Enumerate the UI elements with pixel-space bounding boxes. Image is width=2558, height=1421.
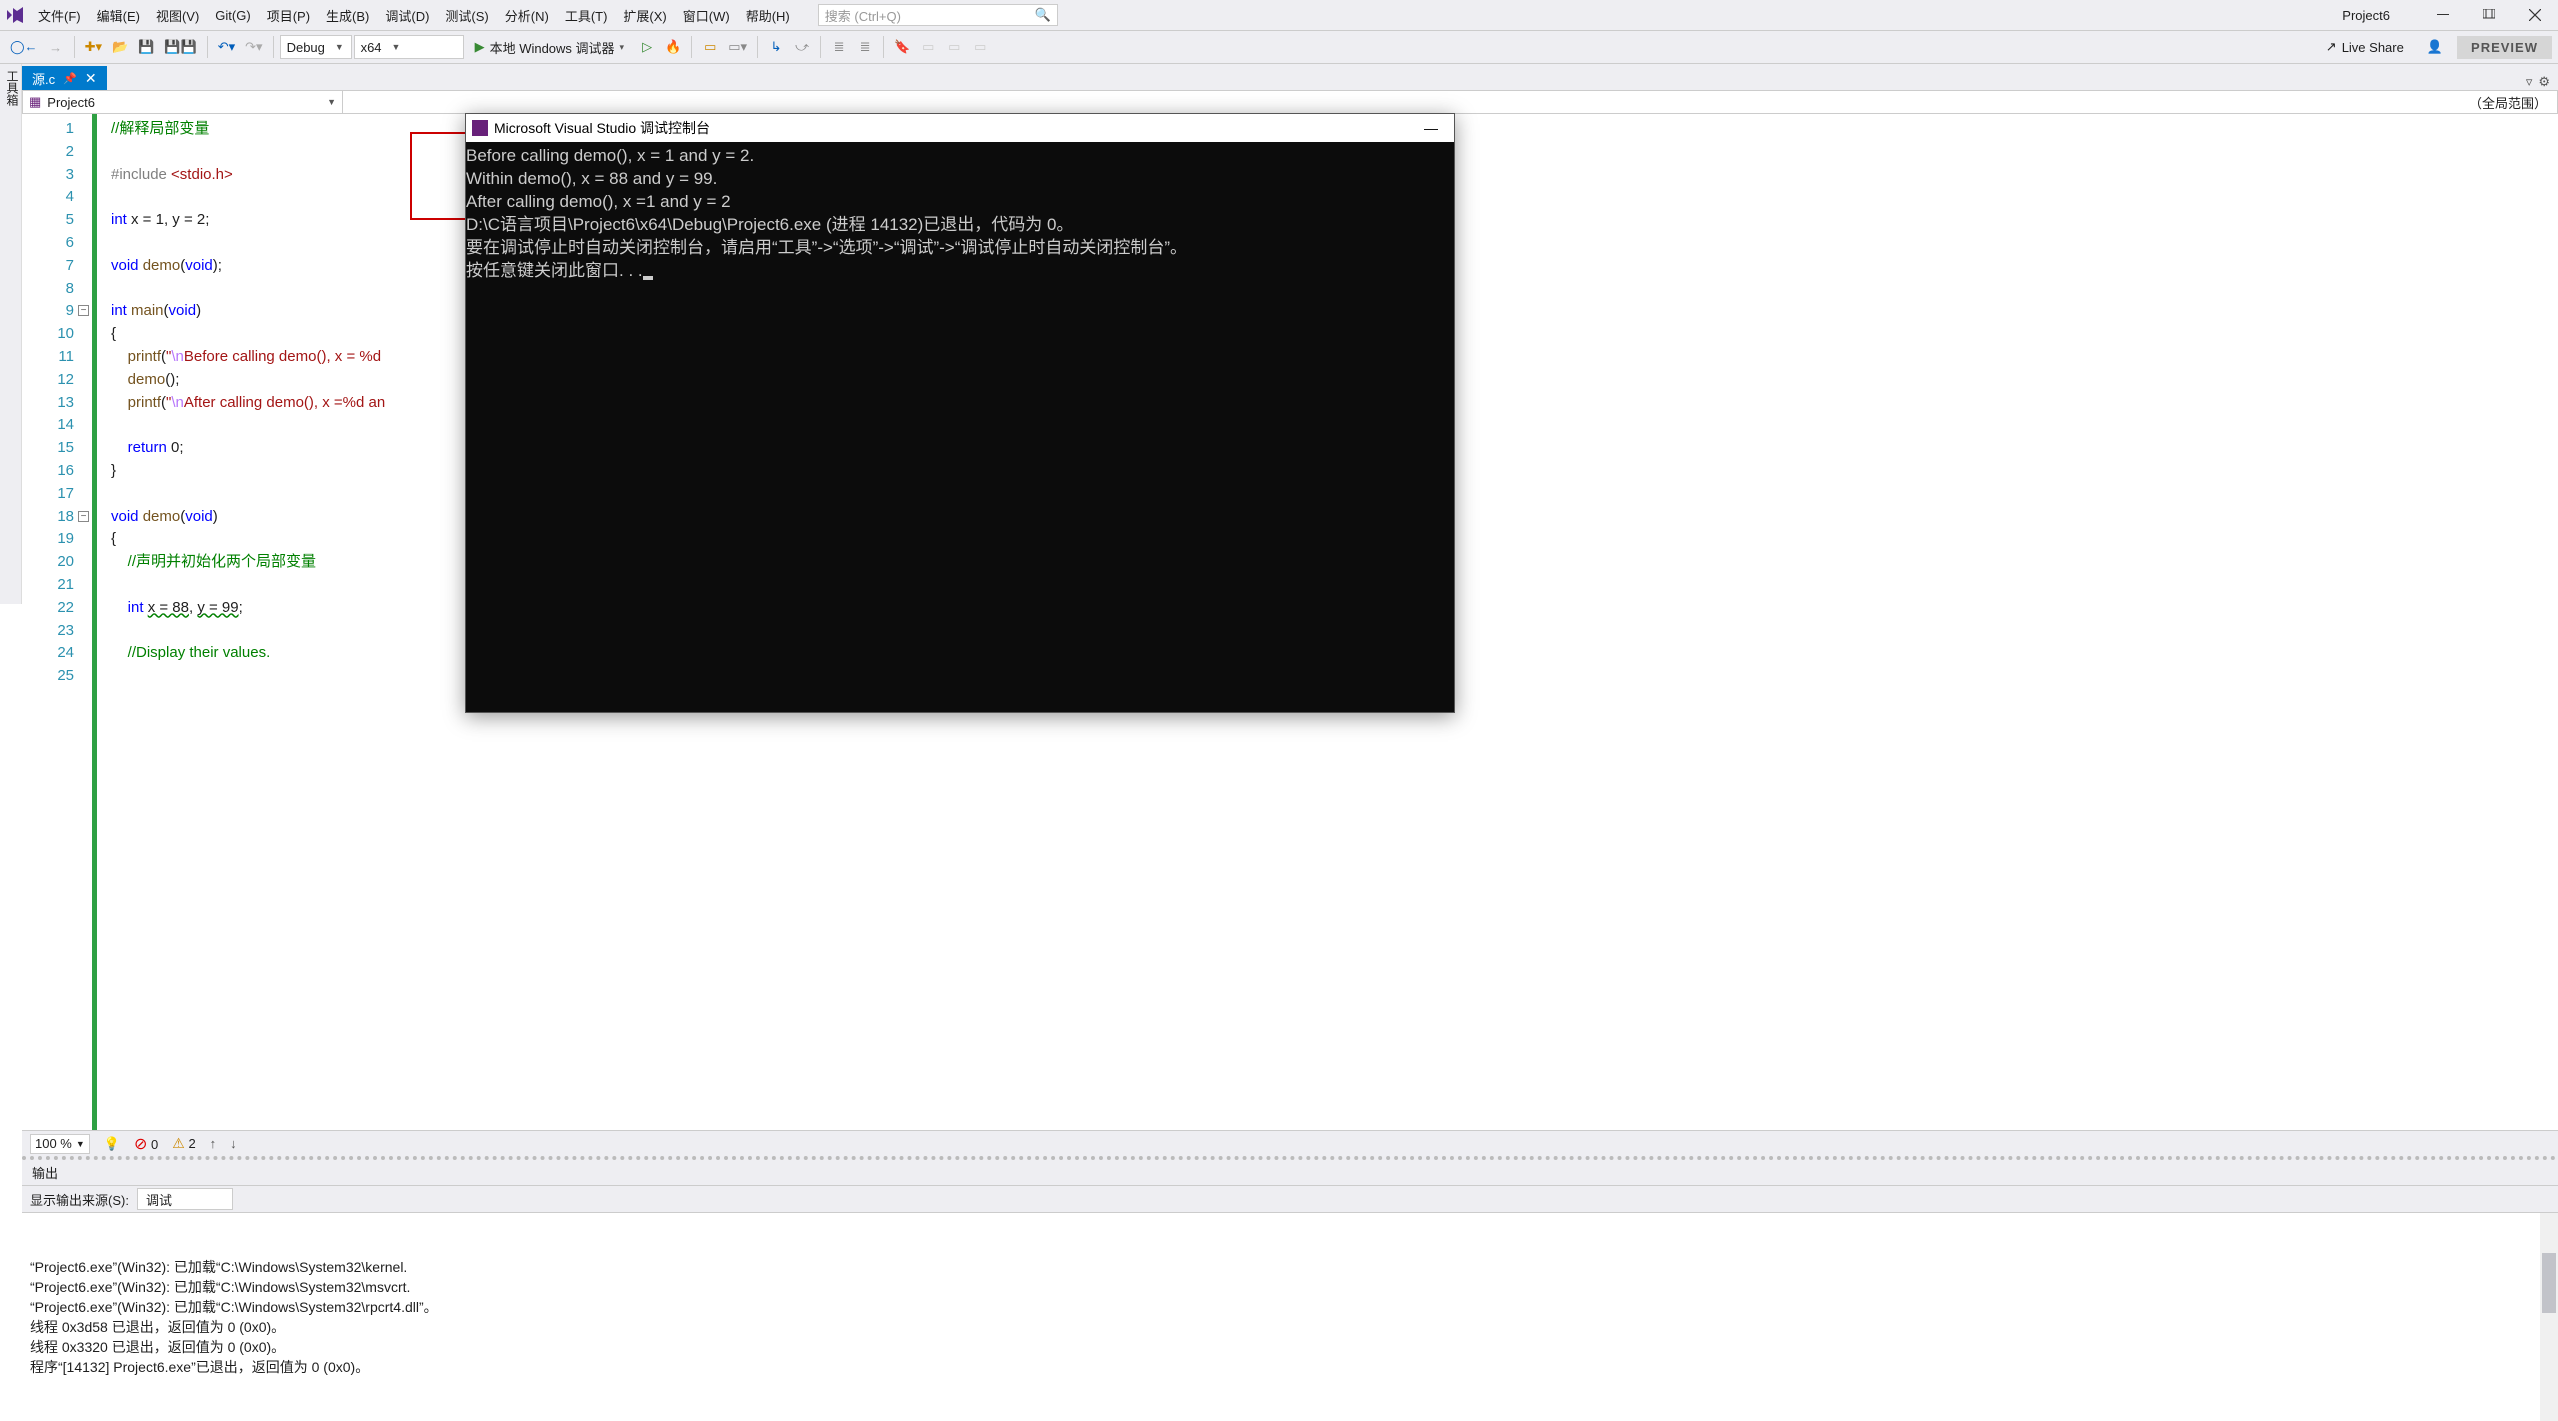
- output-source-label: 显示输出来源(S):: [30, 1190, 129, 1209]
- pin-icon[interactable]: 📌: [63, 72, 77, 85]
- menu-窗口(W)[interactable]: 窗口(W): [675, 0, 738, 30]
- line-gutter: −− 1234567891011121314151617181920212223…: [22, 114, 92, 1130]
- project-name: Project6: [2312, 8, 2420, 23]
- tb-icon-a[interactable]: ▭: [916, 35, 940, 59]
- menu-项目(P)[interactable]: 项目(P): [259, 0, 318, 30]
- start-no-debug-button[interactable]: ▷: [635, 35, 659, 59]
- search-icon: 🔍: [1035, 7, 1051, 23]
- start-debug-button[interactable]: ▶ 本地 Windows 调试器 ▾: [466, 35, 634, 59]
- close-button[interactable]: [2512, 0, 2558, 30]
- menu-生成(B)[interactable]: 生成(B): [318, 0, 377, 30]
- hot-reload-button[interactable]: 🔥: [661, 35, 685, 59]
- zoom-combo[interactable]: 100 %▼: [30, 1134, 90, 1154]
- debug-console-window: Microsoft Visual Studio 调试控制台 — Before c…: [465, 113, 1455, 713]
- play-icon: ▶: [475, 39, 485, 55]
- menu-扩展(X)[interactable]: 扩展(X): [615, 0, 674, 30]
- console-icon: [472, 120, 488, 136]
- toolbar: ◯← → ✚▾ 📂 💾 💾💾 ↶▾ ↷▾ Debug▼ x64▼ ▶ 本地 Wi…: [0, 30, 2558, 64]
- vs-logo: [0, 0, 30, 30]
- share-icon: ↗: [2326, 39, 2337, 55]
- menu-文件(F)[interactable]: 文件(F): [30, 0, 89, 30]
- config-combo[interactable]: Debug▼: [280, 35, 352, 59]
- error-icon[interactable]: ⊘: [134, 1136, 147, 1153]
- save-all-button[interactable]: 💾💾: [160, 35, 200, 59]
- live-share-button[interactable]: ↗Live Share: [2317, 35, 2413, 59]
- menu-bar: 文件(F)编辑(E)视图(V)Git(G)项目(P)生成(B)调试(D)测试(S…: [30, 0, 798, 30]
- lightbulb-icon[interactable]: 💡: [104, 1136, 120, 1152]
- menu-视图(V)[interactable]: 视图(V): [148, 0, 207, 30]
- output-scrollbar[interactable]: [2540, 1213, 2558, 1421]
- maximize-button[interactable]: [2466, 0, 2512, 30]
- output-body[interactable]: “Project6.exe”(Win32): 已加载“C:\Windows\Sy…: [22, 1213, 2558, 1421]
- indent-dec-icon[interactable]: ≣: [827, 35, 851, 59]
- menu-测试(S)[interactable]: 测试(S): [437, 0, 496, 30]
- nav-back-button[interactable]: ◯←: [6, 35, 42, 59]
- step-into-icon[interactable]: ↳: [764, 35, 788, 59]
- nav-down-icon[interactable]: ↓: [230, 1136, 237, 1151]
- tab-dropdown-icon[interactable]: ▿: [2526, 74, 2533, 90]
- tb-icon-1[interactable]: ▭: [698, 35, 722, 59]
- search-box[interactable]: 搜索 (Ctrl+Q) 🔍: [818, 4, 1058, 26]
- menu-调试(D)[interactable]: 调试(D): [377, 0, 437, 30]
- menu-编辑(E)[interactable]: 编辑(E): [89, 0, 148, 30]
- console-minimize-button[interactable]: —: [1414, 120, 1448, 136]
- output-panel: 输出 显示输出来源(S): 调试 “Project6.exe”(Win32): …: [22, 1156, 2558, 1421]
- scope-combo[interactable]: （全局范围）: [343, 91, 2557, 113]
- bookmark-icon[interactable]: 🔖: [890, 35, 914, 59]
- editor-status-row: 100 %▼ 💡 ⊘ 0 ⚠ 2 ↑ ↓: [22, 1130, 2558, 1156]
- titlebar: 文件(F)编辑(E)视图(V)Git(G)项目(P)生成(B)调试(D)测试(S…: [0, 0, 2558, 30]
- menu-工具(T)[interactable]: 工具(T): [557, 0, 616, 30]
- indent-inc-icon[interactable]: ≣: [853, 35, 877, 59]
- tab-gear-icon[interactable]: ⚙: [2538, 74, 2550, 90]
- redo-button[interactable]: ↷▾: [241, 35, 266, 59]
- console-titlebar[interactable]: Microsoft Visual Studio 调试控制台 —: [466, 114, 1454, 142]
- nav-fwd-button[interactable]: →: [44, 35, 68, 59]
- undo-button[interactable]: ↶▾: [214, 35, 239, 59]
- project-icon: ▦: [29, 94, 41, 110]
- search-placeholder: 搜索 (Ctrl+Q): [825, 6, 901, 25]
- toolbox-strip[interactable]: 工具箱: [0, 64, 22, 604]
- preview-badge: PREVIEW: [2457, 36, 2552, 59]
- save-button[interactable]: 💾: [134, 35, 158, 59]
- platform-combo[interactable]: x64▼: [354, 35, 464, 59]
- menu-帮助(H)[interactable]: 帮助(H): [738, 0, 798, 30]
- tb-icon-c[interactable]: ▭: [968, 35, 992, 59]
- tab-source-c[interactable]: 源.c 📌 ✕: [22, 66, 107, 90]
- nav-up-icon[interactable]: ↑: [210, 1136, 217, 1151]
- tb-icon-b[interactable]: ▭: [942, 35, 966, 59]
- warning-icon[interactable]: ⚠: [172, 1135, 185, 1151]
- minimize-button[interactable]: [2420, 0, 2466, 30]
- step-over-icon[interactable]: ⤻: [790, 35, 814, 59]
- code-nav-bar: ▦ Project6 ▼ （全局范围）: [22, 90, 2558, 114]
- close-icon[interactable]: ✕: [85, 70, 97, 87]
- tb-icon-2[interactable]: ▭▾: [724, 35, 751, 59]
- feedback-icon[interactable]: 👤: [2423, 35, 2447, 59]
- project-combo[interactable]: ▦ Project6 ▼: [23, 91, 343, 113]
- tab-row: 源.c 📌 ✕ ▿ ⚙: [22, 64, 2558, 90]
- new-button[interactable]: ✚▾: [81, 35, 106, 59]
- menu-Git(G)[interactable]: Git(G): [207, 0, 258, 30]
- output-tab[interactable]: 输出: [22, 1160, 68, 1185]
- open-button[interactable]: 📂: [108, 35, 132, 59]
- output-source-combo[interactable]: 调试: [137, 1188, 233, 1210]
- console-body[interactable]: Before calling demo(), x = 1 and y = 2.W…: [466, 142, 1454, 282]
- menu-分析(N)[interactable]: 分析(N): [497, 0, 557, 30]
